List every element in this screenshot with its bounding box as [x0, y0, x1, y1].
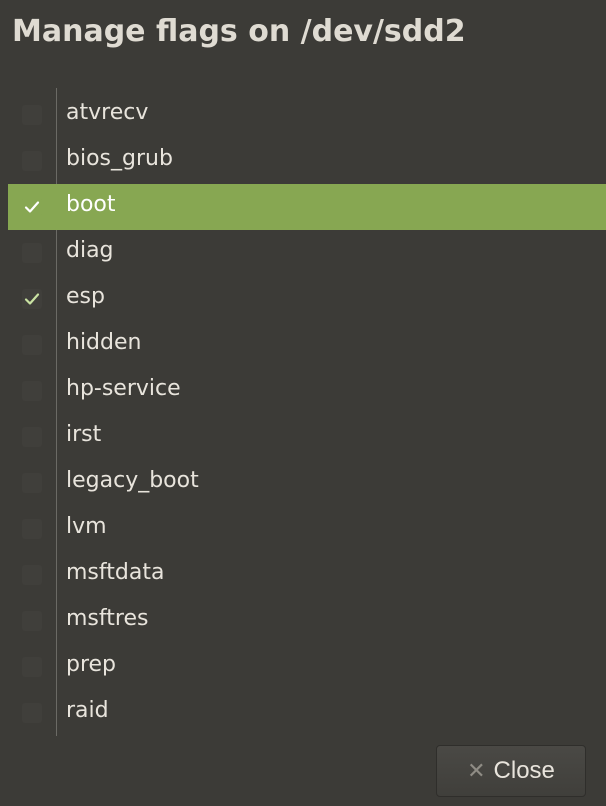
flag-checkbox[interactable] [22, 657, 42, 677]
flag-checkbox[interactable] [22, 565, 42, 585]
flag-row-atvrecv[interactable]: atvrecv [8, 92, 606, 138]
flag-row-bios_grub[interactable]: bios_grub [8, 138, 606, 184]
flag-row-esp[interactable]: esp [8, 276, 606, 322]
flag-checkbox[interactable] [22, 151, 42, 171]
flag-checkbox[interactable] [22, 473, 42, 493]
flag-row-prep[interactable]: prep [8, 644, 606, 690]
flag-checkbox[interactable] [22, 611, 42, 631]
flag-label: legacy_boot [66, 468, 199, 493]
flag-row-legacy_boot[interactable]: legacy_boot [8, 460, 606, 506]
flag-row-lvm[interactable]: lvm [8, 506, 606, 552]
close-button-label: Close [493, 757, 555, 784]
flag-checkbox[interactable] [22, 519, 42, 539]
flag-row-diag[interactable]: diag [8, 230, 606, 276]
flag-checkbox[interactable] [22, 703, 42, 723]
flag-label: raid [66, 698, 109, 723]
flag-label: prep [66, 652, 117, 677]
flag-label: msftres [66, 606, 149, 631]
flag-row-msftres[interactable]: msftres [8, 598, 606, 644]
close-icon: ✕ [467, 758, 486, 783]
flag-row-raid[interactable]: raid [8, 690, 606, 736]
flag-checkbox[interactable] [22, 335, 42, 355]
flag-checkbox[interactable] [22, 381, 42, 401]
flag-row-msftdata[interactable]: msftdata [8, 552, 606, 598]
flag-label: hp-service [66, 376, 181, 401]
flag-row-irst[interactable]: irst [8, 414, 606, 460]
flag-label: bios_grub [66, 146, 173, 171]
flag-checkbox[interactable] [22, 105, 42, 125]
close-button[interactable]: ✕ Close [436, 745, 586, 797]
dialog-header: Manage flags on /dev/sdd2 [0, 0, 606, 68]
flag-row-boot[interactable]: boot [8, 184, 606, 230]
flag-label: boot [66, 192, 116, 217]
flag-label: irst [66, 422, 102, 447]
flag-checkbox[interactable] [22, 289, 42, 309]
flag-label: msftdata [66, 560, 165, 585]
check-icon [24, 201, 40, 213]
flag-checkbox[interactable] [22, 197, 42, 217]
flag-checkbox[interactable] [22, 243, 42, 263]
flag-label: atvrecv [66, 100, 149, 125]
check-icon [24, 293, 40, 305]
flag-checkbox[interactable] [22, 427, 42, 447]
flag-label: hidden [66, 330, 142, 355]
dialog-title: Manage flags on /dev/sdd2 [12, 14, 466, 49]
flag-label: lvm [66, 514, 107, 539]
flag-label: esp [66, 284, 105, 309]
flag-row-hp-service[interactable]: hp-service [8, 368, 606, 414]
flag-row-hidden[interactable]: hidden [8, 322, 606, 368]
flag-label: diag [66, 238, 114, 263]
